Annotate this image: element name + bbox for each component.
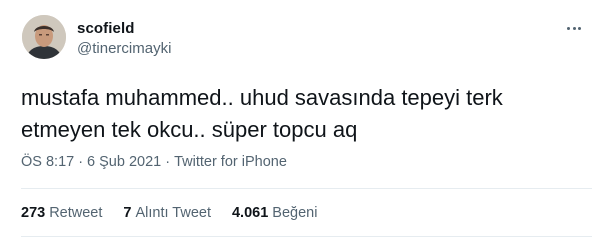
likes-label: Beğeni [272,205,318,221]
display-name[interactable]: scofield [77,20,134,37]
meta-separator: · [78,154,84,170]
meta-separator: · [165,154,171,170]
tweet-text: mustafa muhammed.. uhud savasında tepeyi… [21,82,581,146]
username[interactable]: @tinercimayki [77,40,171,57]
retweets-label: Retweet [49,205,103,221]
divider [21,188,592,189]
tweet-stats: 273 Retweet 7 Alıntı Tweet 4.061 Beğeni [21,205,338,221]
profile-photo-icon [22,15,66,59]
tweet-text-line-1: mustafa muhammed.. uhud savasında tepeyi… [21,85,503,110]
quotes-label: Alıntı Tweet [135,205,211,221]
tweet-time[interactable]: ÖS 8:17 [21,154,74,170]
avatar[interactable] [22,15,66,59]
tweet-meta: ÖS 8:17 · 6 Şub 2021 · Twitter for iPhone [21,154,287,170]
tweet-date[interactable]: 6 Şub 2021 [87,154,161,170]
retweets-stat[interactable]: 273 Retweet [21,205,102,221]
tweet-source[interactable]: Twitter for iPhone [174,154,287,170]
quotes-count: 7 [123,205,132,221]
likes-count: 4.061 [231,205,269,221]
more-dots-icon[interactable] [562,18,586,38]
retweets-count: 273 [21,205,46,221]
tweet-text-line-2: etmeyen tek okcu.. süper topcu aq [21,117,358,142]
likes-stat[interactable]: 4.061 Beğeni [232,205,317,221]
quotes-stat[interactable]: 7 Alıntı Tweet [123,205,211,221]
divider [21,236,592,237]
tweet-card: scofield @tinercimayki mustafa muhammed.… [0,0,604,241]
